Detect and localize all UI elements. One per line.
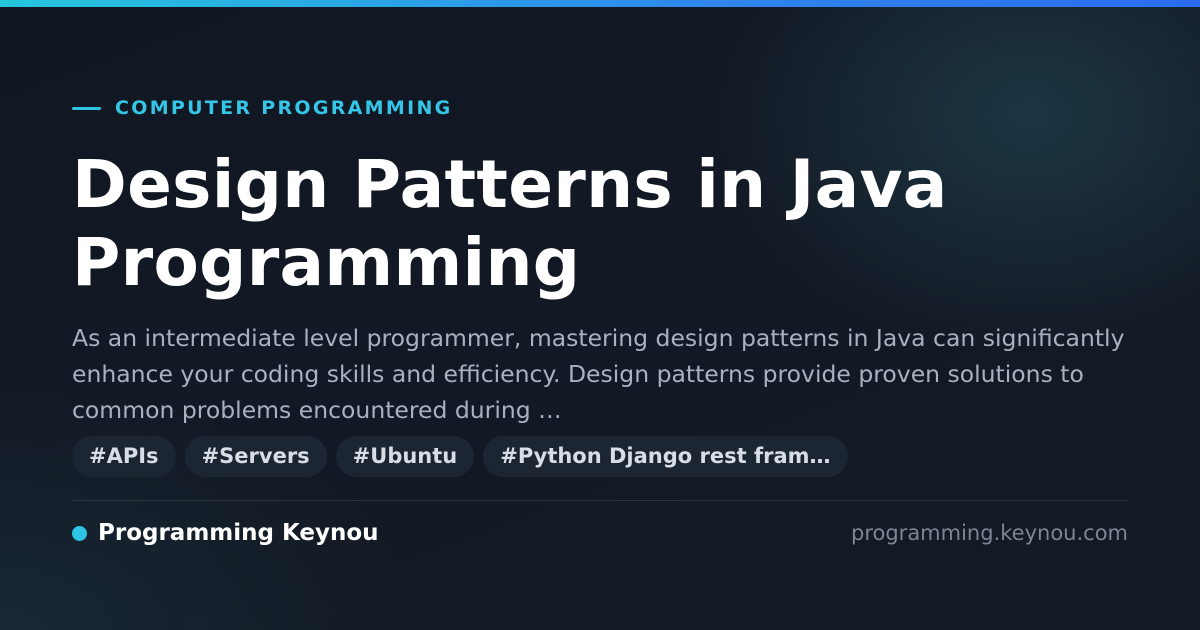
brand-dot-icon [72,525,87,541]
accent-gradient-bar [0,0,1200,7]
tag-servers[interactable]: #Servers [184,436,327,477]
tag-list: #APIs #Servers #Ubuntu #Python Django re… [72,436,848,477]
og-card: COMPUTER PROGRAMMING Design Patterns in … [0,0,1200,630]
category-row: COMPUTER PROGRAMMING [72,95,453,121]
tag-ubuntu[interactable]: #Ubuntu [335,436,475,477]
tag-python-django[interactable]: #Python Django rest fram… [483,436,848,477]
article-title: Design Patterns in Java Programming [72,146,948,301]
article-summary: As an intermediate level programmer, mas… [72,324,1125,424]
accent-dash-icon [72,106,101,110]
footer-divider [72,500,1128,501]
category-label: COMPUTER PROGRAMMING [115,97,453,119]
brand-name: Programming Keynou [98,520,379,546]
brand: Programming Keynou [72,518,379,548]
site-url[interactable]: programming.keynou.com [851,518,1128,548]
tag-apis[interactable]: #APIs [72,436,176,477]
